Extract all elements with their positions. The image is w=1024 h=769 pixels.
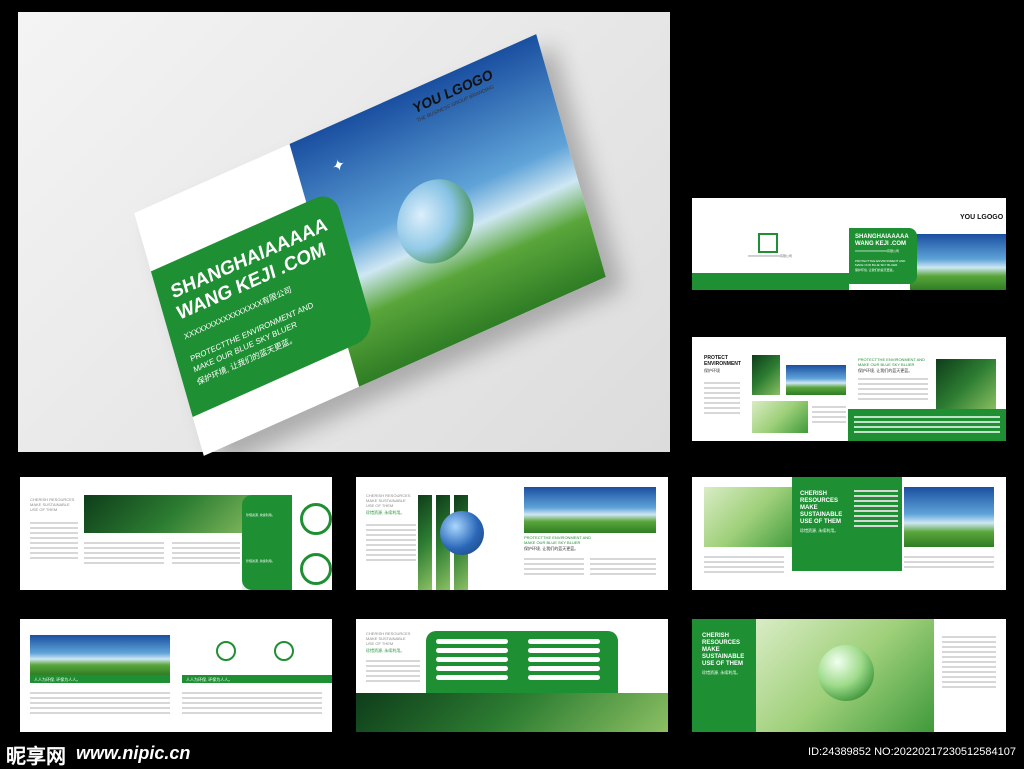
thumb-left-band xyxy=(692,273,849,290)
t3-body-mid2 xyxy=(172,539,240,567)
t8-heading-2: RESOURCES xyxy=(702,640,741,646)
thumb-title-panel: SHANGHAIAAAAA WANG KEJI .COM XXXXXXXXXXX… xyxy=(849,228,917,284)
thumb-back-spread: CHERISH RESOURCES MAKE SUSTAINABLE USE O… xyxy=(692,619,1006,732)
t7-body-left xyxy=(366,657,420,685)
t7-heading-cn: 珍惜资源, 永续利用。 xyxy=(366,648,405,653)
t7-list-panel xyxy=(426,631,618,693)
t3-side-cn-1: 珍惜资源, 永续利用。 xyxy=(246,513,275,517)
t3-icon-cluster-1 xyxy=(300,503,332,535)
thumb-cherish-spread-c: CHERISH RESOURCES MAKE SUSTAINABLE USE O… xyxy=(692,477,1006,590)
t2-heading-cn: 保护环境 xyxy=(704,368,720,373)
t6-body-left xyxy=(30,689,170,717)
t3-icon-cluster-2 xyxy=(300,553,332,585)
t3-body-left xyxy=(30,519,78,562)
t6-photo xyxy=(30,635,170,675)
t3-body-mid xyxy=(84,539,164,567)
t3-photo xyxy=(84,495,264,533)
t3-heading-3: USE OF THEM xyxy=(30,507,58,512)
t4-heading-cn: 珍惜资源, 永续利用。 xyxy=(366,510,405,515)
t6-node-2 xyxy=(274,641,294,661)
t2-photo-1 xyxy=(752,355,780,395)
thumb-list-spread: CHERISH RESOURCES MAKE SUSTAINABLE USE O… xyxy=(356,619,668,732)
t2-heading-2: ENVIRONMENT xyxy=(704,361,741,367)
thumb-slogan-cn: 保护环境, 让我们的蓝天更蓝。 xyxy=(855,268,896,272)
t4-caption-2: MAKE OUR BLUE SKY BLUER xyxy=(524,540,581,545)
t7-heading-3: USE OF THEM xyxy=(366,641,394,646)
t3-green-tab: 珍惜资源, 永续利用。 珍惜资源, 永续利用。 xyxy=(242,495,292,590)
thumb-brand: YOU LGOGO xyxy=(960,214,1004,221)
thumb-cover-spread: XXXXXXXXXXXXXXXX有限公司 YOU LGOGO SHANGHAIA… xyxy=(692,198,1006,290)
image-id: ID:24389852 NO:20220217230512584107 xyxy=(808,746,1016,758)
t4-earth xyxy=(440,511,484,555)
t4-heading-3: USE OF THEM xyxy=(366,503,394,508)
t8-heading-4: SUSTAINABLE xyxy=(702,654,745,660)
t2-photo-3 xyxy=(752,401,808,433)
t8-green-panel: CHERISH RESOURCES MAKE SUSTAINABLE USE O… xyxy=(692,619,756,732)
t8-heading-3: MAKE xyxy=(702,647,720,653)
t2-photo-2 xyxy=(786,365,846,395)
t4-body-right xyxy=(524,555,584,578)
thumb-title-1: SHANGHAIAAAAA xyxy=(855,234,909,240)
thumb-protect-spread: PROTECT ENVIRONMENT 保护环境 PROTECTTHE ENVI… xyxy=(692,337,1006,441)
t6-band-left: 人人为环保, 环保为人人。 xyxy=(30,675,170,683)
watermark-cn: 昵享网 xyxy=(6,746,66,768)
t5-body-mid xyxy=(854,487,898,530)
t2-right-heading-2: MAKE OUR BLUE SKY BLUER xyxy=(858,362,915,367)
watermark-url[interactable]: www.nipic.cn xyxy=(76,743,190,764)
t2-photo-4 xyxy=(936,359,996,411)
thumb-slogan: PROTECTTHE ENVIRONMENT AND MAKE OUR BLUE… xyxy=(855,259,906,267)
t2-right-cn: 保护环境, 让我们的蓝天更蓝。 xyxy=(858,368,913,373)
t4-photo xyxy=(524,487,656,533)
t2-green-band xyxy=(848,409,1006,441)
t4-body-right2 xyxy=(590,555,656,578)
t8-heading-5: USE OF THEM xyxy=(702,661,744,667)
t4-strip-1 xyxy=(418,495,432,590)
t2-body-left xyxy=(704,379,740,417)
thumb-diagram-spread: 人人为环保, 环保为人人。 人人为环保, 环保为人人。 xyxy=(20,619,332,732)
thumb-cherish-spread-a: CHERISH RESOURCES MAKE SUSTAINABLE USE O… xyxy=(20,477,332,590)
t5-photo-left xyxy=(704,487,796,547)
t6-band-right-text: 人人为环保, 环保为人人。 xyxy=(186,677,233,682)
t8-heading-cn: 珍惜资源, 永续利用。 xyxy=(702,670,741,675)
thumb-photo xyxy=(910,234,1006,290)
thumb-company-small: XXXXXXXXXXXXXXXX有限公司 xyxy=(748,254,793,258)
t8-glass-globe xyxy=(818,645,874,701)
footer-bar: 昵享网 www.nipic.cn ID:24389852 NO:20220217… xyxy=(0,738,1024,768)
t5-body-left xyxy=(704,553,784,576)
t7-photo-strip xyxy=(356,693,668,732)
thumb-cherish-spread-b: CHERISH RESOURCES MAKE SUSTAINABLE USE O… xyxy=(356,477,668,590)
t6-body-right xyxy=(182,689,322,717)
t5-body-right xyxy=(904,553,994,571)
t8-heading-1: CHERISH xyxy=(702,633,730,639)
t8-body-right xyxy=(942,633,996,691)
t6-band-right: 人人为环保, 环保为人人。 xyxy=(182,675,332,683)
t4-body-left xyxy=(366,521,416,564)
t6-band-left-text: 人人为环保, 环保为人人。 xyxy=(34,677,81,682)
t5-photo-right xyxy=(904,487,994,547)
t2-body-mid xyxy=(812,403,846,426)
t6-node-1 xyxy=(216,641,236,661)
t2-body-right xyxy=(858,375,928,403)
thumb-title-2: WANG KEJI .COM xyxy=(855,241,907,247)
t4-caption-cn: 保护环境, 让我们的蓝天更蓝。 xyxy=(524,546,579,551)
thumb-logo-square xyxy=(758,233,778,253)
t3-side-cn-2: 珍惜资源, 永续利用。 xyxy=(246,559,275,563)
